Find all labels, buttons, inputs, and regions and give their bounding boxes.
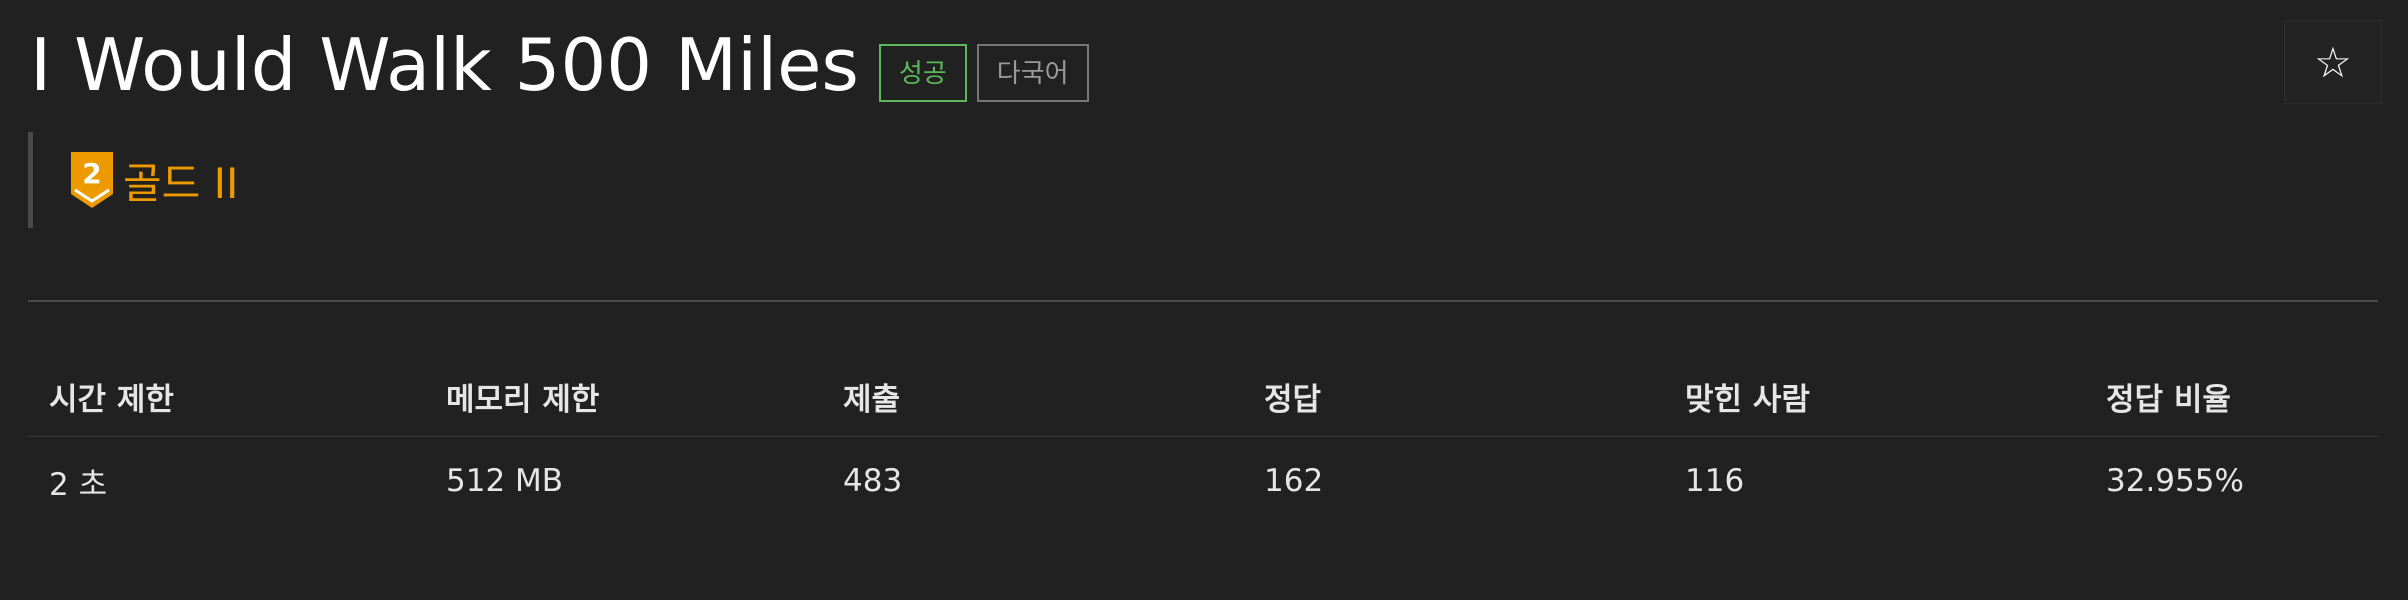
tier-label[interactable]: 골드 II <box>123 150 238 211</box>
problem-info-table: 시간 제한 메모리 제한 제출 정답 맞힌 사람 정답 비율 2 초 512 M… <box>28 356 2378 525</box>
submissions-value[interactable]: 483 <box>822 437 1243 526</box>
tier-badge-icon: 2 <box>71 152 113 208</box>
header-accept-ratio: 정답 비율 <box>2085 356 2378 437</box>
star-icon: ☆ <box>2314 37 2352 87</box>
solved-users-value[interactable]: 116 <box>1664 437 2085 526</box>
favorite-button[interactable]: ☆ <box>2284 20 2382 104</box>
header-accepted: 정답 <box>1243 356 1664 437</box>
time-limit-value: 2 초 <box>49 466 108 503</box>
problem-title: I Would Walk 500 Miles <box>30 23 859 107</box>
accepted-value[interactable]: 162 <box>1243 437 1664 526</box>
table-header-row: 시간 제한 메모리 제한 제출 정답 맞힌 사람 정답 비율 <box>28 356 2378 437</box>
title-row: I Would Walk 500 Miles 성공 다국어 <box>30 22 1089 108</box>
success-badge[interactable]: 성공 <box>878 44 967 102</box>
divider <box>28 300 2378 302</box>
accept-ratio-value: 32.955% <box>2106 463 2244 499</box>
multilang-badge[interactable]: 다국어 <box>976 44 1089 102</box>
problem-page: I Would Walk 500 Miles 성공 다국어 ☆ 2 골드 II … <box>0 0 2408 600</box>
tier-block: 2 골드 II <box>28 132 238 228</box>
tier-level: 2 <box>82 157 101 190</box>
header-time-limit: 시간 제한 <box>28 356 425 437</box>
header-solved-users: 맞힌 사람 <box>1664 356 2085 437</box>
table-row: 2 초 512 MB 483 162 116 32.955% <box>28 437 2378 526</box>
header-submissions: 제출 <box>822 356 1243 437</box>
memory-limit-value: 512 MB <box>446 463 564 499</box>
header-memory-limit: 메모리 제한 <box>425 356 822 437</box>
